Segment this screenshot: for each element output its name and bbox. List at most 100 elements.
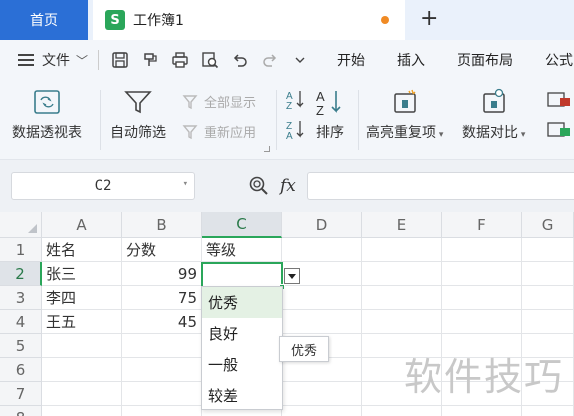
fill-icon[interactable] [546,120,574,140]
cell-b5[interactable] [122,334,202,358]
tab-home[interactable]: 首页 [0,0,88,40]
cell-d3[interactable] [282,286,362,310]
cell-e8[interactable] [362,406,442,416]
name-box-dropdown-icon[interactable]: ▾ [183,179,188,189]
zoom-search-icon[interactable] [248,175,270,201]
column-header-c[interactable]: C [202,212,282,238]
print-preview-icon[interactable] [195,48,225,72]
cell-e4[interactable] [362,310,442,334]
cell-a5[interactable] [42,334,122,358]
cell-b1[interactable]: 分数 [122,238,202,262]
dropdown-option-good[interactable]: 良好 [202,318,282,349]
pivot-table-button[interactable]: 数据透视表 [12,88,82,142]
cell-g4[interactable] [522,310,574,334]
column-header-e[interactable]: E [362,212,442,238]
cell-f1[interactable] [442,238,522,262]
cell-c1[interactable]: 等级 [202,238,282,262]
split-column-icon[interactable] [546,90,574,110]
chevron-down-icon[interactable]: ﹀ [76,52,88,69]
cell-f4[interactable] [442,310,522,334]
row-header-3[interactable]: 3 [0,286,42,310]
dialog-launcher-icon[interactable] [264,146,270,152]
cell-g2[interactable] [522,262,574,286]
sort-label: 排序 [316,125,344,141]
cell-d7[interactable] [282,382,362,406]
auto-filter-button[interactable]: 自动筛选 [110,88,166,142]
row-header-1[interactable]: 1 [0,238,42,262]
row-header-8[interactable]: 8 [0,406,42,416]
column-header-g[interactable]: G [522,212,574,238]
cell-a3[interactable]: 李四 [42,286,122,310]
row-header-2[interactable]: 2 [0,262,42,286]
row-header-7[interactable]: 7 [0,382,42,406]
cell-a1[interactable]: 姓名 [42,238,122,262]
column-header-a[interactable]: A [42,212,122,238]
cell-a4[interactable]: 王五 [42,310,122,334]
cell-e1[interactable] [362,238,442,262]
show-all-button[interactable]: 全部显示 [182,92,256,111]
sort-button[interactable]: AZ 排序 [314,88,346,142]
formula-input[interactable] [307,172,574,200]
column-header-b[interactable]: B [122,212,202,238]
sort-ascending-icon[interactable]: AZ [284,88,306,114]
column-header-f[interactable]: F [442,212,522,238]
undo-icon[interactable] [225,48,255,72]
cell-a8[interactable] [42,406,122,416]
sort-descending-icon[interactable]: ZA [284,118,306,144]
cell-b3[interactable]: 75 [122,286,202,310]
menu-home[interactable]: 开始 [337,50,365,70]
cell-dropdown-arrow-icon[interactable] [284,268,300,284]
cell-g1[interactable] [522,238,574,262]
cell-e3[interactable] [362,286,442,310]
menu-insert[interactable]: 插入 [397,50,425,70]
cell-e2[interactable] [362,262,442,286]
active-cell-c2[interactable] [201,262,285,290]
reapply-button[interactable]: 重新应用 [182,122,256,141]
cell-b8[interactable] [122,406,202,416]
insert-function-icon[interactable]: fx [280,176,296,196]
cell-b7[interactable] [122,382,202,406]
column-header-d[interactable]: D [282,212,362,238]
quick-access-more-icon[interactable] [285,48,315,72]
dropdown-option-average[interactable]: 一般 [202,349,282,380]
redo-icon[interactable] [255,48,285,72]
cell-d4[interactable] [282,310,362,334]
data-compare-button[interactable]: 数据对比 ▾ [462,88,525,142]
name-box[interactable]: C2 ▾ [11,172,195,200]
cell-g3[interactable] [522,286,574,310]
cell-a2[interactable]: 张三 [42,262,122,286]
cell-f2[interactable] [442,262,522,286]
format-painter-icon[interactable] [135,48,165,72]
dropdown-option-excellent[interactable]: 优秀 [202,287,282,318]
auto-filter-label: 自动筛选 [110,125,166,141]
cell-b4[interactable]: 45 [122,310,202,334]
dropdown-option-poor[interactable]: 较差 [202,380,282,411]
ribbon-divider [358,90,359,150]
cell-g8[interactable] [522,406,574,416]
new-tab-button[interactable]: + [420,6,438,31]
menu-bar: 文件 ﹀ 开始 插入 页面布局 公式 [0,40,574,80]
print-icon[interactable] [165,48,195,72]
hamburger-menu-icon[interactable] [18,54,34,66]
cell-b6[interactable] [122,358,202,382]
row-header-6[interactable]: 6 [0,358,42,382]
cell-a7[interactable] [42,382,122,406]
menu-page-layout[interactable]: 页面布局 [457,50,513,70]
cell-d8[interactable] [282,406,362,416]
svg-text:A: A [316,89,325,104]
unsaved-indicator [381,16,389,24]
cell-d1[interactable] [282,238,362,262]
menu-formulas[interactable]: 公式 [545,50,573,70]
cell-f3[interactable] [442,286,522,310]
tab-document[interactable]: S 工作簿1 [93,0,405,40]
cell-b2[interactable]: 99 [122,262,202,286]
validation-dropdown-list: 优秀 良好 一般 较差 [201,286,283,410]
save-icon[interactable] [105,48,135,72]
row-header-4[interactable]: 4 [0,310,42,334]
select-all-corner[interactable] [0,212,42,238]
file-menu[interactable]: 文件 [42,50,70,70]
cell-f8[interactable] [442,406,522,416]
cell-a6[interactable] [42,358,122,382]
highlight-duplicates-button[interactable]: 高亮重复项 ▾ [366,88,443,142]
row-header-5[interactable]: 5 [0,334,42,358]
